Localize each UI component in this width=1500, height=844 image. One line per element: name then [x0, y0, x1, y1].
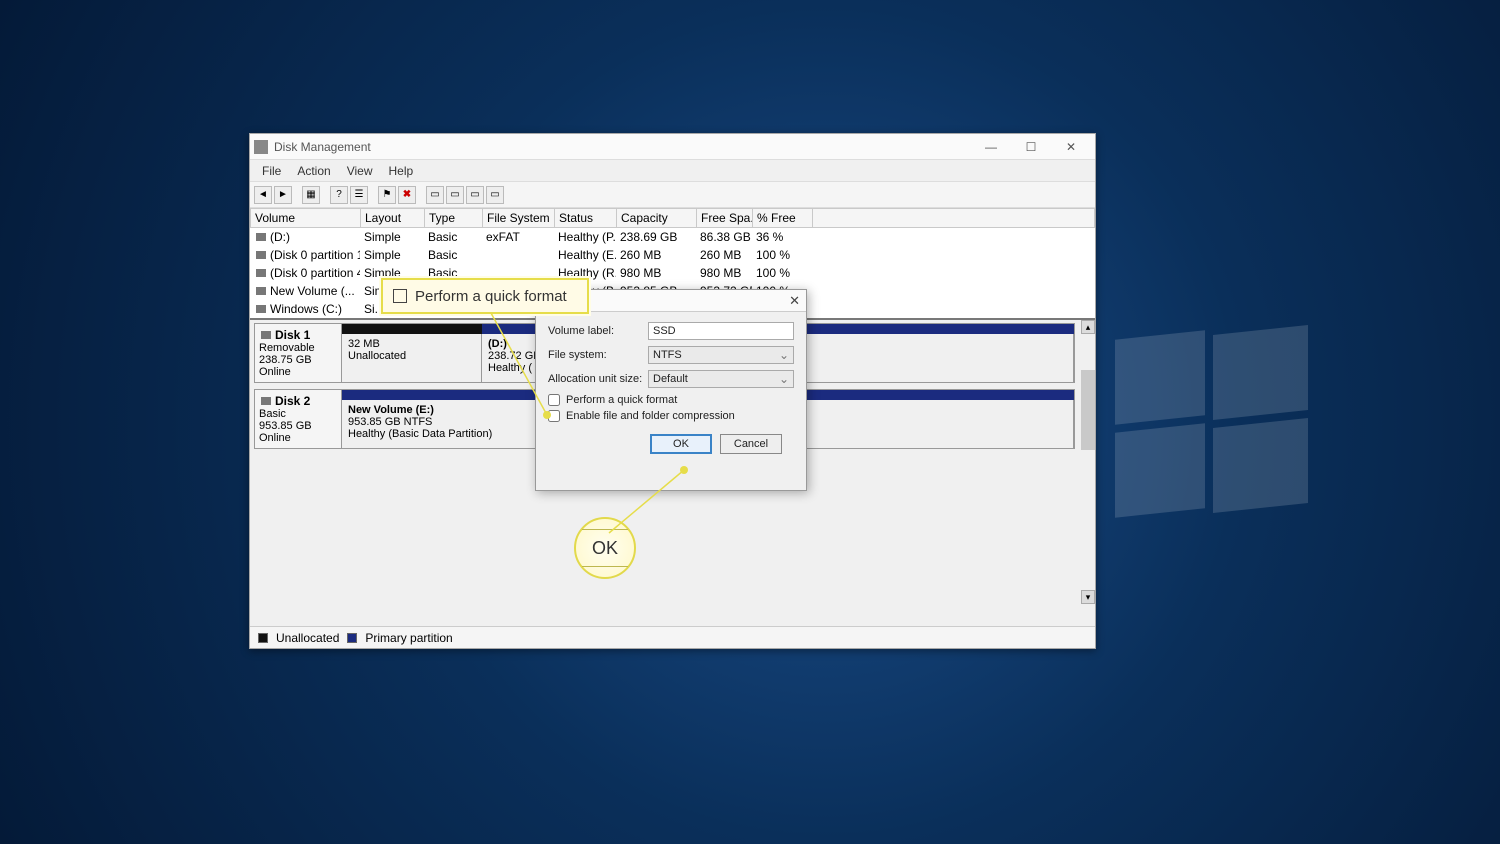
volume-icon [256, 269, 266, 277]
scroll-up-button[interactable]: ▴ [1081, 320, 1095, 334]
app-icon [254, 140, 268, 154]
cancel-button[interactable]: Cancel [720, 434, 782, 454]
forward-button[interactable]: ► [274, 186, 292, 204]
properties-button[interactable]: ⚑ [378, 186, 396, 204]
quick-format-label: Perform a quick format [566, 394, 677, 406]
disk1-info[interactable]: Disk 1 Removable 238.75 GB Online [254, 323, 342, 383]
compression-input[interactable] [548, 410, 560, 422]
disk2-size: 953.85 GB [259, 420, 337, 432]
menu-action[interactable]: Action [289, 162, 338, 180]
disk2-info[interactable]: Disk 2 Basic 953.85 GB Online [254, 389, 342, 449]
tool-a-button[interactable]: ▭ [426, 186, 444, 204]
titlebar[interactable]: Disk Management — ☐ ✕ [250, 134, 1095, 160]
col-pctfree[interactable]: % Free [753, 209, 813, 227]
volume-row[interactable]: (Disk 0 partition 4)SimpleBasicHealthy (… [250, 264, 1095, 282]
tool-d-button[interactable]: ▭ [486, 186, 504, 204]
callout-ok-bubble: OK [574, 517, 636, 579]
scroll-down-button[interactable]: ▾ [1081, 590, 1095, 604]
volume-icon [256, 305, 266, 313]
filesystem-label: File system: [548, 349, 648, 361]
legend: Unallocated Primary partition [250, 626, 1095, 648]
chevron-down-icon: ⌄ [779, 372, 789, 386]
disk2-kind: Basic [259, 408, 337, 420]
volume-icon [256, 233, 266, 241]
col-layout[interactable]: Layout [361, 209, 425, 227]
callout-label: Perform a quick format [415, 288, 567, 305]
dialog-close-icon[interactable]: ✕ [789, 293, 800, 309]
disk1-title: Disk 1 [275, 328, 310, 342]
minimize-button[interactable]: — [971, 134, 1011, 160]
volume-icon [256, 287, 266, 295]
maximize-button[interactable]: ☐ [1011, 134, 1051, 160]
tool-c-button[interactable]: ▭ [466, 186, 484, 204]
volume-list-header[interactable]: Volume Layout Type File System Status Ca… [250, 208, 1095, 228]
quick-format-input[interactable] [548, 394, 560, 406]
col-filesystem[interactable]: File System [483, 209, 555, 227]
compression-label: Enable file and folder compression [566, 410, 735, 422]
disk1-size: 238.75 GB [259, 354, 337, 366]
windows-logo [1115, 335, 1305, 525]
volume-icon [256, 251, 266, 259]
window-title: Disk Management [274, 140, 371, 154]
disk2-state: Online [259, 432, 337, 444]
volume-row[interactable]: (Disk 0 partition 1)SimpleBasicHealthy (… [250, 246, 1095, 264]
back-button[interactable]: ◄ [254, 186, 272, 204]
disk2-title: Disk 2 [275, 394, 310, 408]
disk-icon [261, 331, 271, 339]
toolbar: ◄ ► ▦ ? ☰ ⚑ ✖ ▭ ▭ ▭ ▭ [250, 182, 1095, 208]
col-volume[interactable]: Volume [251, 209, 361, 227]
ok-bubble-label: OK [592, 538, 618, 559]
chevron-down-icon: ⌄ [779, 348, 789, 362]
format-dialog: ✕ Volume label: SSD File system: NTFS⌄ A… [535, 289, 807, 491]
legend-unallocated: Unallocated [276, 631, 339, 645]
help-button[interactable]: ? [330, 186, 348, 204]
disk1-state: Online [259, 366, 337, 378]
legend-swatch-unallocated [258, 633, 268, 643]
disk1-partition-unallocated[interactable]: 32 MB Unallocated [342, 334, 482, 382]
callout-quick-format: Perform a quick format [381, 278, 589, 314]
col-type[interactable]: Type [425, 209, 483, 227]
disk1-part1-bar [342, 324, 482, 334]
disk2-p-name: New Volume (E:) [348, 404, 434, 416]
volume-label-label: Volume label: [548, 325, 648, 337]
allocation-size-select[interactable]: Default⌄ [648, 370, 794, 388]
close-button[interactable]: ✕ [1051, 134, 1091, 160]
col-status[interactable]: Status [555, 209, 617, 227]
menubar: File Action View Help [250, 160, 1095, 182]
quick-format-checkbox[interactable]: Perform a quick format [548, 394, 794, 406]
disk1-kind: Removable [259, 342, 337, 354]
list-button[interactable]: ☰ [350, 186, 368, 204]
disk1-p1-status: Unallocated [348, 350, 475, 362]
col-capacity[interactable]: Capacity [617, 209, 697, 227]
menu-file[interactable]: File [254, 162, 289, 180]
checkbox-icon [393, 289, 407, 303]
menu-help[interactable]: Help [381, 162, 422, 180]
tool-b-button[interactable]: ▭ [446, 186, 464, 204]
disk1-p1-size: 32 MB [348, 338, 475, 350]
col-free[interactable]: Free Spa... [697, 209, 753, 227]
legend-primary: Primary partition [365, 631, 452, 645]
menu-view[interactable]: View [339, 162, 381, 180]
refresh-button[interactable]: ▦ [302, 186, 320, 204]
scrollbar-thumb[interactable] [1081, 370, 1095, 450]
allocation-size-label: Allocation unit size: [548, 373, 648, 385]
ok-button[interactable]: OK [650, 434, 712, 454]
volume-label-input[interactable]: SSD [648, 322, 794, 340]
volume-row[interactable]: (D:)SimpleBasicexFATHealthy (P...238.69 … [250, 228, 1095, 246]
compression-checkbox[interactable]: Enable file and folder compression [548, 410, 794, 422]
filesystem-select[interactable]: NTFS⌄ [648, 346, 794, 364]
disk-icon [261, 397, 271, 405]
delete-button[interactable]: ✖ [398, 186, 416, 204]
legend-swatch-primary [347, 633, 357, 643]
disk1-p2-name: (D:) [488, 338, 507, 350]
